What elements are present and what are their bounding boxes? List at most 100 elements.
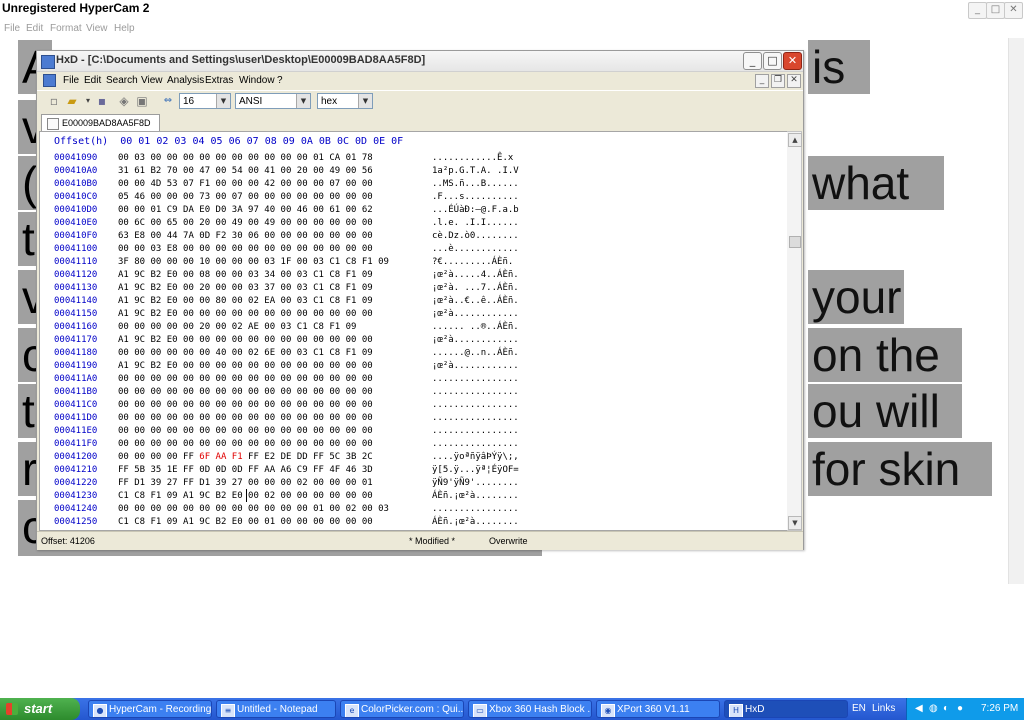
links-toolbar[interactable]: Links [872, 703, 895, 714]
hex-row[interactable]: 00041180 00 00 00 00 00 00 40 00 02 6E 00… [40, 347, 788, 360]
row-ascii[interactable]: ................ [432, 373, 519, 386]
language-indicator[interactable]: EN [852, 703, 866, 714]
row-ascii[interactable]: ............Ê.x [432, 152, 513, 165]
chevron-down-icon[interactable]: ▼ [296, 94, 310, 108]
status-mode[interactable]: Overwrite [489, 532, 528, 550]
close-icon[interactable]: ✕ [783, 52, 802, 70]
recorder-menu-file[interactable]: File [4, 23, 20, 34]
hex-row[interactable]: 00041160 00 00 00 00 00 20 00 02 AE 00 03… [40, 321, 788, 334]
new-file-icon[interactable]: ▫ [47, 94, 61, 108]
recorder-menu-format[interactable]: Format [50, 23, 82, 34]
scroll-up-icon[interactable]: ▲ [788, 133, 802, 147]
chevron-down-icon[interactable]: ▾ [81, 94, 95, 108]
row-ascii[interactable]: ¡œ²à............ [432, 334, 519, 347]
row-hex-bytes[interactable]: 00 00 03 E8 00 00 00 00 00 00 00 00 00 0… [118, 243, 373, 256]
hex-row[interactable]: 000411E0 00 00 00 00 00 00 00 00 00 00 00… [40, 425, 788, 438]
hex-row[interactable]: 000410C0 05 46 00 00 00 73 00 07 00 00 00… [40, 191, 788, 204]
row-hex-bytes[interactable]: C1 C8 F1 09 A1 9C B2 E0 00 01 00 00 00 0… [118, 516, 373, 529]
row-hex-bytes[interactable]: A1 9C B2 E0 00 00 00 00 00 00 00 00 00 0… [118, 308, 373, 321]
open-ram-icon[interactable]: ▣ [135, 94, 149, 108]
row-hex-bytes[interactable]: A1 9C B2 E0 00 00 00 00 00 00 00 00 00 0… [118, 360, 373, 373]
minimize-icon[interactable]: _ [743, 52, 762, 70]
charset-select[interactable]: ANSI ▼ [235, 93, 311, 109]
row-ascii[interactable]: ÿ[5.ÿ...ÿª¦ÉÿOF= [432, 464, 519, 477]
row-ascii[interactable]: 1a²p.G.T.A. .I.V [432, 165, 519, 178]
row-ascii[interactable]: ÁÈñ.¡œ²à........ [432, 490, 519, 503]
row-ascii[interactable]: ................ [432, 425, 519, 438]
row-ascii[interactable]: ................ [432, 412, 519, 425]
row-hex-bytes[interactable]: 63 E8 00 44 7A 0D F2 30 06 00 00 00 00 0… [118, 230, 373, 243]
recorder-minimize-button[interactable]: _ [968, 2, 987, 19]
row-hex-bytes[interactable]: A1 9C B2 E0 00 08 00 00 03 34 00 03 C1 C… [118, 269, 373, 282]
hex-row[interactable]: 00041150 A1 9C B2 E0 00 00 00 00 00 00 00… [40, 308, 788, 321]
menu-file[interactable]: File [63, 75, 79, 86]
maximize-icon[interactable]: □ [763, 52, 782, 70]
tray-back-icon[interactable]: ◀ [915, 703, 923, 714]
taskbar-item-colorpicker[interactable]: e ColorPicker.com : Qui... [340, 700, 464, 718]
hex-vertical-scrollbar[interactable]: ▲ ▼ [787, 131, 802, 531]
menu-search[interactable]: Search [106, 75, 138, 86]
taskbar-item-hxd[interactable]: H HxD [724, 700, 848, 718]
row-ascii[interactable]: ................ [432, 503, 519, 516]
row-hex-bytes[interactable]: FF 5B 35 1E FF 0D 0D 0D FF AA A6 C9 FF 4… [118, 464, 373, 477]
row-hex-bytes[interactable]: 00 00 00 00 00 00 00 00 00 00 00 00 00 0… [118, 373, 373, 386]
hex-row[interactable]: 000410E0 00 6C 00 65 00 20 00 49 00 49 00… [40, 217, 788, 230]
row-ascii[interactable]: ¡œ²à.....4..ÁÈñ. [432, 269, 519, 282]
row-ascii[interactable]: ................ [432, 399, 519, 412]
hex-row[interactable]: 000410B0 00 00 4D 53 07 F1 00 00 00 42 00… [40, 178, 788, 191]
hex-row[interactable]: 000411B0 00 00 00 00 00 00 00 00 00 00 00… [40, 386, 788, 399]
hex-row[interactable]: 000410A0 31 61 B2 70 00 47 00 54 00 41 00… [40, 165, 788, 178]
hex-row[interactable]: 00041200 00 00 00 00 FF 6F AA F1 FF E2 DE… [40, 451, 788, 464]
hex-row[interactable]: 000411A0 00 00 00 00 00 00 00 00 00 00 00… [40, 373, 788, 386]
row-ascii[interactable]: .F...s.......... [432, 191, 519, 204]
hex-row[interactable]: 00041140 A1 9C B2 E0 00 00 80 00 02 EA 00… [40, 295, 788, 308]
row-ascii[interactable]: ................ [432, 386, 519, 399]
hex-row[interactable]: 00041100 00 00 03 E8 00 00 00 00 00 00 00… [40, 243, 788, 256]
hxd-title-bar[interactable]: HxD - [C:\Documents and Settings\user\De… [37, 51, 803, 72]
recorder-maximize-button[interactable]: □ [986, 2, 1005, 19]
row-ascii[interactable]: ?€.........ÁÈñ. [432, 256, 513, 269]
row-hex-bytes[interactable]: 00 00 00 00 00 00 00 00 00 00 00 00 00 0… [118, 412, 373, 425]
row-hex-bytes[interactable]: A1 9C B2 E0 00 00 00 00 00 00 00 00 00 0… [118, 334, 373, 347]
hex-row[interactable]: 000411F0 00 00 00 00 00 00 00 00 00 00 00… [40, 438, 788, 451]
tray-network-icon[interactable]: ◍ [929, 703, 938, 714]
recorder-menu-edit[interactable]: Edit [26, 23, 43, 34]
row-ascii[interactable]: ................ [432, 438, 519, 451]
row-hex-bytes[interactable]: 00 03 00 00 00 00 00 00 00 00 00 00 01 C… [118, 152, 373, 165]
row-hex-bytes[interactable]: 00 00 00 00 00 00 00 00 00 00 00 00 00 0… [118, 425, 373, 438]
hex-row[interactable]: 00041190 A1 9C B2 E0 00 00 00 00 00 00 00… [40, 360, 788, 373]
hex-row[interactable]: 00041110 3F 80 00 00 00 10 00 00 00 03 1F… [40, 256, 788, 269]
hex-row[interactable]: 000411D0 00 00 00 00 00 00 00 00 00 00 00… [40, 412, 788, 425]
row-ascii[interactable]: .l.e. .I.I...... [432, 217, 519, 230]
hex-row[interactable]: 00041170 A1 9C B2 E0 00 00 00 00 00 00 00… [40, 334, 788, 347]
taskbar-item-xport[interactable]: ◉ XPort 360 V1.11 [596, 700, 720, 718]
menu-view[interactable]: View [141, 75, 163, 86]
menu-extras[interactable]: Extras [205, 75, 233, 86]
hex-row[interactable]: 00041120 A1 9C B2 E0 00 08 00 00 03 34 00… [40, 269, 788, 282]
document-scrollbar[interactable] [1008, 38, 1024, 584]
row-ascii[interactable]: ¡œ²à. ...7..ÁÈñ. [432, 282, 519, 295]
menu-analysis[interactable]: Analysis [167, 75, 204, 86]
menu-edit[interactable]: Edit [84, 75, 101, 86]
hex-row[interactable]: 00041130 A1 9C B2 E0 00 20 00 00 03 37 00… [40, 282, 788, 295]
row-ascii[interactable]: ......@..n..ÁÈñ. [432, 347, 519, 360]
hex-row[interactable]: 00041230 C1 C8 F1 09 A1 9C B2 E0 00 02 00… [40, 490, 788, 503]
recorder-menu-help[interactable]: Help [114, 23, 135, 34]
row-hex-bytes[interactable]: 00 00 00 00 00 00 00 00 00 00 00 00 00 0… [118, 386, 373, 399]
hex-row[interactable]: 000410D0 00 00 01 C9 DA E0 D0 3A 97 40 00… [40, 204, 788, 217]
hex-row[interactable]: 00041240 00 00 00 00 00 00 00 00 00 00 00… [40, 503, 788, 516]
display-mode-select[interactable]: hex ▼ [317, 93, 373, 109]
mdi-close-icon[interactable]: ✕ [787, 74, 801, 88]
mdi-restore-icon[interactable]: ❐ [771, 74, 785, 88]
row-hex-bytes[interactable]: 05 46 00 00 00 73 00 07 00 00 00 00 00 0… [118, 191, 373, 204]
row-hex-bytes[interactable]: A1 9C B2 E0 00 20 00 00 03 37 00 03 C1 C… [118, 282, 373, 295]
open-disk-icon[interactable]: ◈ [117, 94, 131, 108]
hex-row[interactable]: 00041250 C1 C8 F1 09 A1 9C B2 E0 00 01 00… [40, 516, 788, 529]
taskbar-item-xbox-hash[interactable]: ▭ Xbox 360 Hash Block ... [468, 700, 592, 718]
row-ascii[interactable]: ¡œ²à............ [432, 308, 519, 321]
bytes-per-row-select[interactable]: 16 ▼ [179, 93, 231, 109]
row-ascii[interactable]: ...... ..®..ÁÈñ. [432, 321, 519, 334]
row-hex-bytes[interactable]: 00 00 00 00 FF 6F AA F1 FF E2 DE DD FF 5… [118, 451, 373, 464]
recorder-close-button[interactable]: ✕ [1004, 2, 1023, 19]
row-hex-bytes[interactable]: A1 9C B2 E0 00 00 80 00 02 EA 00 03 C1 C… [118, 295, 373, 308]
